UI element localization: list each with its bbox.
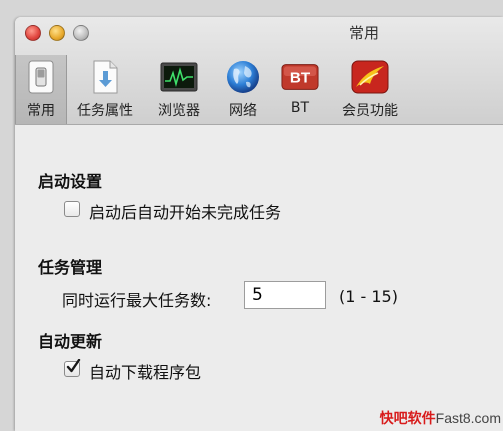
max-tasks-input[interactable] [244, 281, 326, 309]
svg-text:BT: BT [290, 70, 311, 87]
tab-task-properties[interactable]: 任务属性 [67, 55, 143, 124]
max-tasks-range-hint: (1 - 15) [339, 287, 398, 306]
activity-monitor-icon [160, 59, 198, 95]
tab-general[interactable]: 常用 [15, 55, 67, 124]
auto-download-checkbox[interactable] [64, 359, 81, 377]
checkmark-icon [66, 359, 81, 373]
tab-bt[interactable]: BT BT [271, 55, 329, 124]
max-tasks-label: 同时运行最大任务数: [62, 291, 212, 310]
tab-membership[interactable]: 会员功能 [329, 55, 411, 124]
preferences-content: 启动设置 启动后自动开始未完成任务 任务管理 同时运行最大任务数: (1 - 1… [15, 125, 503, 431]
auto-start-checkbox[interactable] [64, 201, 80, 217]
globe-icon [224, 59, 262, 95]
membership-icon [351, 59, 389, 95]
download-document-icon [86, 59, 124, 95]
preferences-window: 常用 常用 任务属性 浏览器 网络 BT BT 会员功能 启动设置 启动后自动开… [15, 17, 503, 431]
watermark-site: Fast8.com [435, 410, 501, 426]
watermark: 快吧软件Fast8.com [379, 410, 501, 426]
auto-start-label: 启动后自动开始未完成任务 [89, 203, 282, 222]
update-section-title: 自动更新 [38, 332, 103, 351]
bt-badge-icon: BT [281, 59, 319, 95]
preferences-tabs: 常用 任务属性 浏览器 网络 BT BT 会员功能 [15, 55, 411, 124]
auto-download-label: 自动下载程序包 [89, 363, 202, 382]
tab-browser[interactable]: 浏览器 [143, 55, 215, 124]
switch-icon [22, 59, 60, 95]
startup-section-title: 启动设置 [38, 172, 103, 191]
task-section-title: 任务管理 [38, 258, 103, 277]
window-title: 常用 [348, 24, 379, 42]
toolbar: 常用 常用 任务属性 浏览器 网络 BT BT 会员功能 [15, 17, 503, 125]
tab-network[interactable]: 网络 [215, 55, 271, 124]
